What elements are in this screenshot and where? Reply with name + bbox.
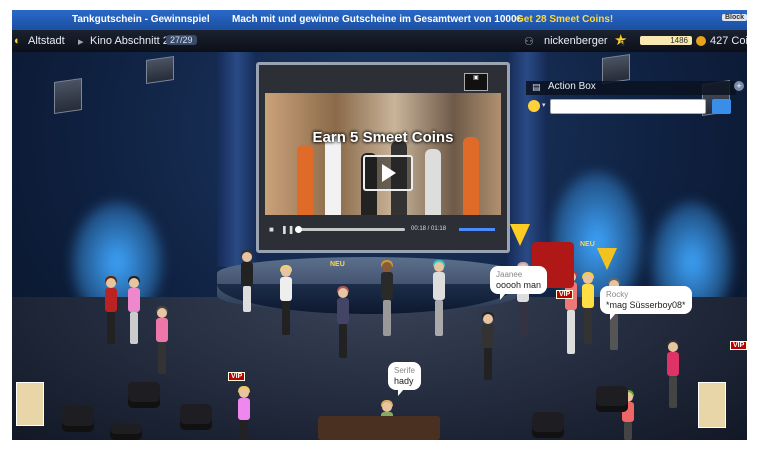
- bench[interactable]: [318, 416, 440, 440]
- volume-slider[interactable]: [459, 228, 495, 231]
- contest-link[interactable]: Tankgutschein - Gewinnspiel: [72, 14, 210, 25]
- vip-badge: VIP: [556, 290, 574, 299]
- pause-icon[interactable]: ❚❚: [281, 225, 294, 234]
- chat-input[interactable]: [550, 99, 706, 114]
- room-name: Kino Abschnitt 2: [90, 35, 169, 47]
- cinema-screen[interactable]: ▣ Earn 5 Smeet Coins ■ ❚❚ 00:18 / 01:18: [256, 62, 510, 253]
- chat-message: *mag Süsserboy08*: [606, 300, 686, 310]
- points-value: 1486: [640, 36, 692, 45]
- video-player[interactable]: Earn 5 Smeet Coins: [265, 93, 501, 215]
- chevron-down-icon[interactable]: ▾: [542, 101, 546, 109]
- video-controls: ■ ❚❚ 00:18 / 01:18: [265, 221, 501, 237]
- avatar[interactable]: [578, 272, 598, 344]
- back-icon[interactable]: ◐: [14, 35, 21, 47]
- avatar[interactable]: [662, 340, 684, 408]
- wall-lamp: [54, 78, 82, 114]
- video-person: [463, 137, 479, 215]
- coin-icon: [696, 36, 706, 46]
- cinema-seat[interactable]: [62, 406, 94, 432]
- video-time: 00:18 / 01:18: [411, 226, 447, 232]
- seek-bar[interactable]: [295, 228, 405, 231]
- cinema-room[interactable]: ▣ Earn 5 Smeet Coins ■ ❚❚ 00:18 / 01:18: [12, 52, 747, 440]
- snack-stand[interactable]: [698, 382, 726, 428]
- chat-icon: ▤: [532, 82, 541, 92]
- avatar[interactable]: [478, 312, 498, 380]
- avatar[interactable]: [332, 286, 354, 360]
- action-box: Action Box ▤ + ▾: [522, 79, 744, 119]
- users-icon[interactable]: ⚇: [524, 35, 534, 48]
- new-label: NEU: [580, 241, 595, 248]
- avatar[interactable]: [237, 250, 257, 312]
- avatar[interactable]: [124, 276, 144, 344]
- arrow-down-icon: [510, 224, 530, 246]
- new-label: NEU: [330, 261, 345, 268]
- avatar[interactable]: [374, 260, 400, 338]
- screen-logo-icon: ▣: [464, 73, 488, 91]
- seek-handle[interactable]: [295, 226, 302, 233]
- status-bar: ◐ Altstadt ▸ Kino Abschnitt 2 27/29 ⚇ ni…: [12, 30, 747, 52]
- breadcrumb-separator-icon: ▸: [78, 36, 84, 48]
- smiley-icon[interactable]: [528, 100, 540, 112]
- cinema-seat[interactable]: [110, 424, 142, 440]
- vip-badge: VIP: [228, 372, 246, 381]
- block-button[interactable]: Block: [721, 14, 747, 21]
- video-overlay-text: Earn 5 Smeet Coins: [312, 129, 454, 146]
- promo-banner[interactable]: Tankgutschein - Gewinnspiel Mach mit und…: [12, 10, 747, 30]
- arrow-down-icon: [597, 248, 617, 270]
- game-window: Tankgutschein - Gewinnspiel Mach mit und…: [12, 10, 747, 440]
- users-count-badge[interactable]: 27/29: [166, 35, 197, 45]
- action-box-title: Action Box: [526, 81, 736, 95]
- promo-message[interactable]: Mach mit und gewinne Gutscheine im Gesam…: [232, 14, 522, 25]
- avatar[interactable]: [426, 260, 452, 338]
- cinema-seat[interactable]: [180, 404, 212, 430]
- chat-name: Serife: [394, 366, 415, 375]
- avatar[interactable]: [152, 306, 172, 374]
- chat-bubble: Rocky *mag Süsserboy08*: [600, 286, 692, 320]
- video-person: [297, 145, 313, 215]
- snack-stand[interactable]: [16, 382, 44, 426]
- username[interactable]: nickenberger: [544, 35, 608, 47]
- cinema-seat[interactable]: [128, 382, 160, 408]
- rank-value: 5: [620, 39, 625, 48]
- send-button[interactable]: [712, 99, 731, 114]
- avatar[interactable]: [101, 276, 121, 344]
- chat-name: Rocky: [606, 290, 629, 299]
- chat-name: Jaanee: [496, 270, 523, 279]
- wall-lamp: [146, 56, 174, 84]
- coins-offer-link[interactable]: Get 28 Smeet Coins!: [516, 14, 613, 25]
- stop-icon[interactable]: ■: [269, 225, 274, 234]
- chat-bubble: Serife hady: [388, 362, 421, 396]
- play-button[interactable]: [363, 155, 413, 191]
- chat-message: ooooh man: [496, 280, 542, 290]
- location-link[interactable]: Altstadt: [28, 35, 65, 47]
- avatar[interactable]: [234, 386, 254, 440]
- coins-balance[interactable]: 427 Coins: [710, 35, 747, 47]
- left-curtain: [217, 52, 257, 267]
- video-person: [325, 135, 341, 215]
- avatar[interactable]: [276, 265, 296, 337]
- cinema-seat[interactable]: [596, 386, 628, 412]
- vip-badge: VIP: [730, 341, 747, 350]
- add-icon[interactable]: +: [734, 81, 744, 91]
- cinema-seat[interactable]: [532, 412, 564, 438]
- chat-message: hady: [394, 376, 414, 386]
- chat-bubble: Jaanee ooooh man: [490, 266, 548, 300]
- video-person: [425, 149, 441, 215]
